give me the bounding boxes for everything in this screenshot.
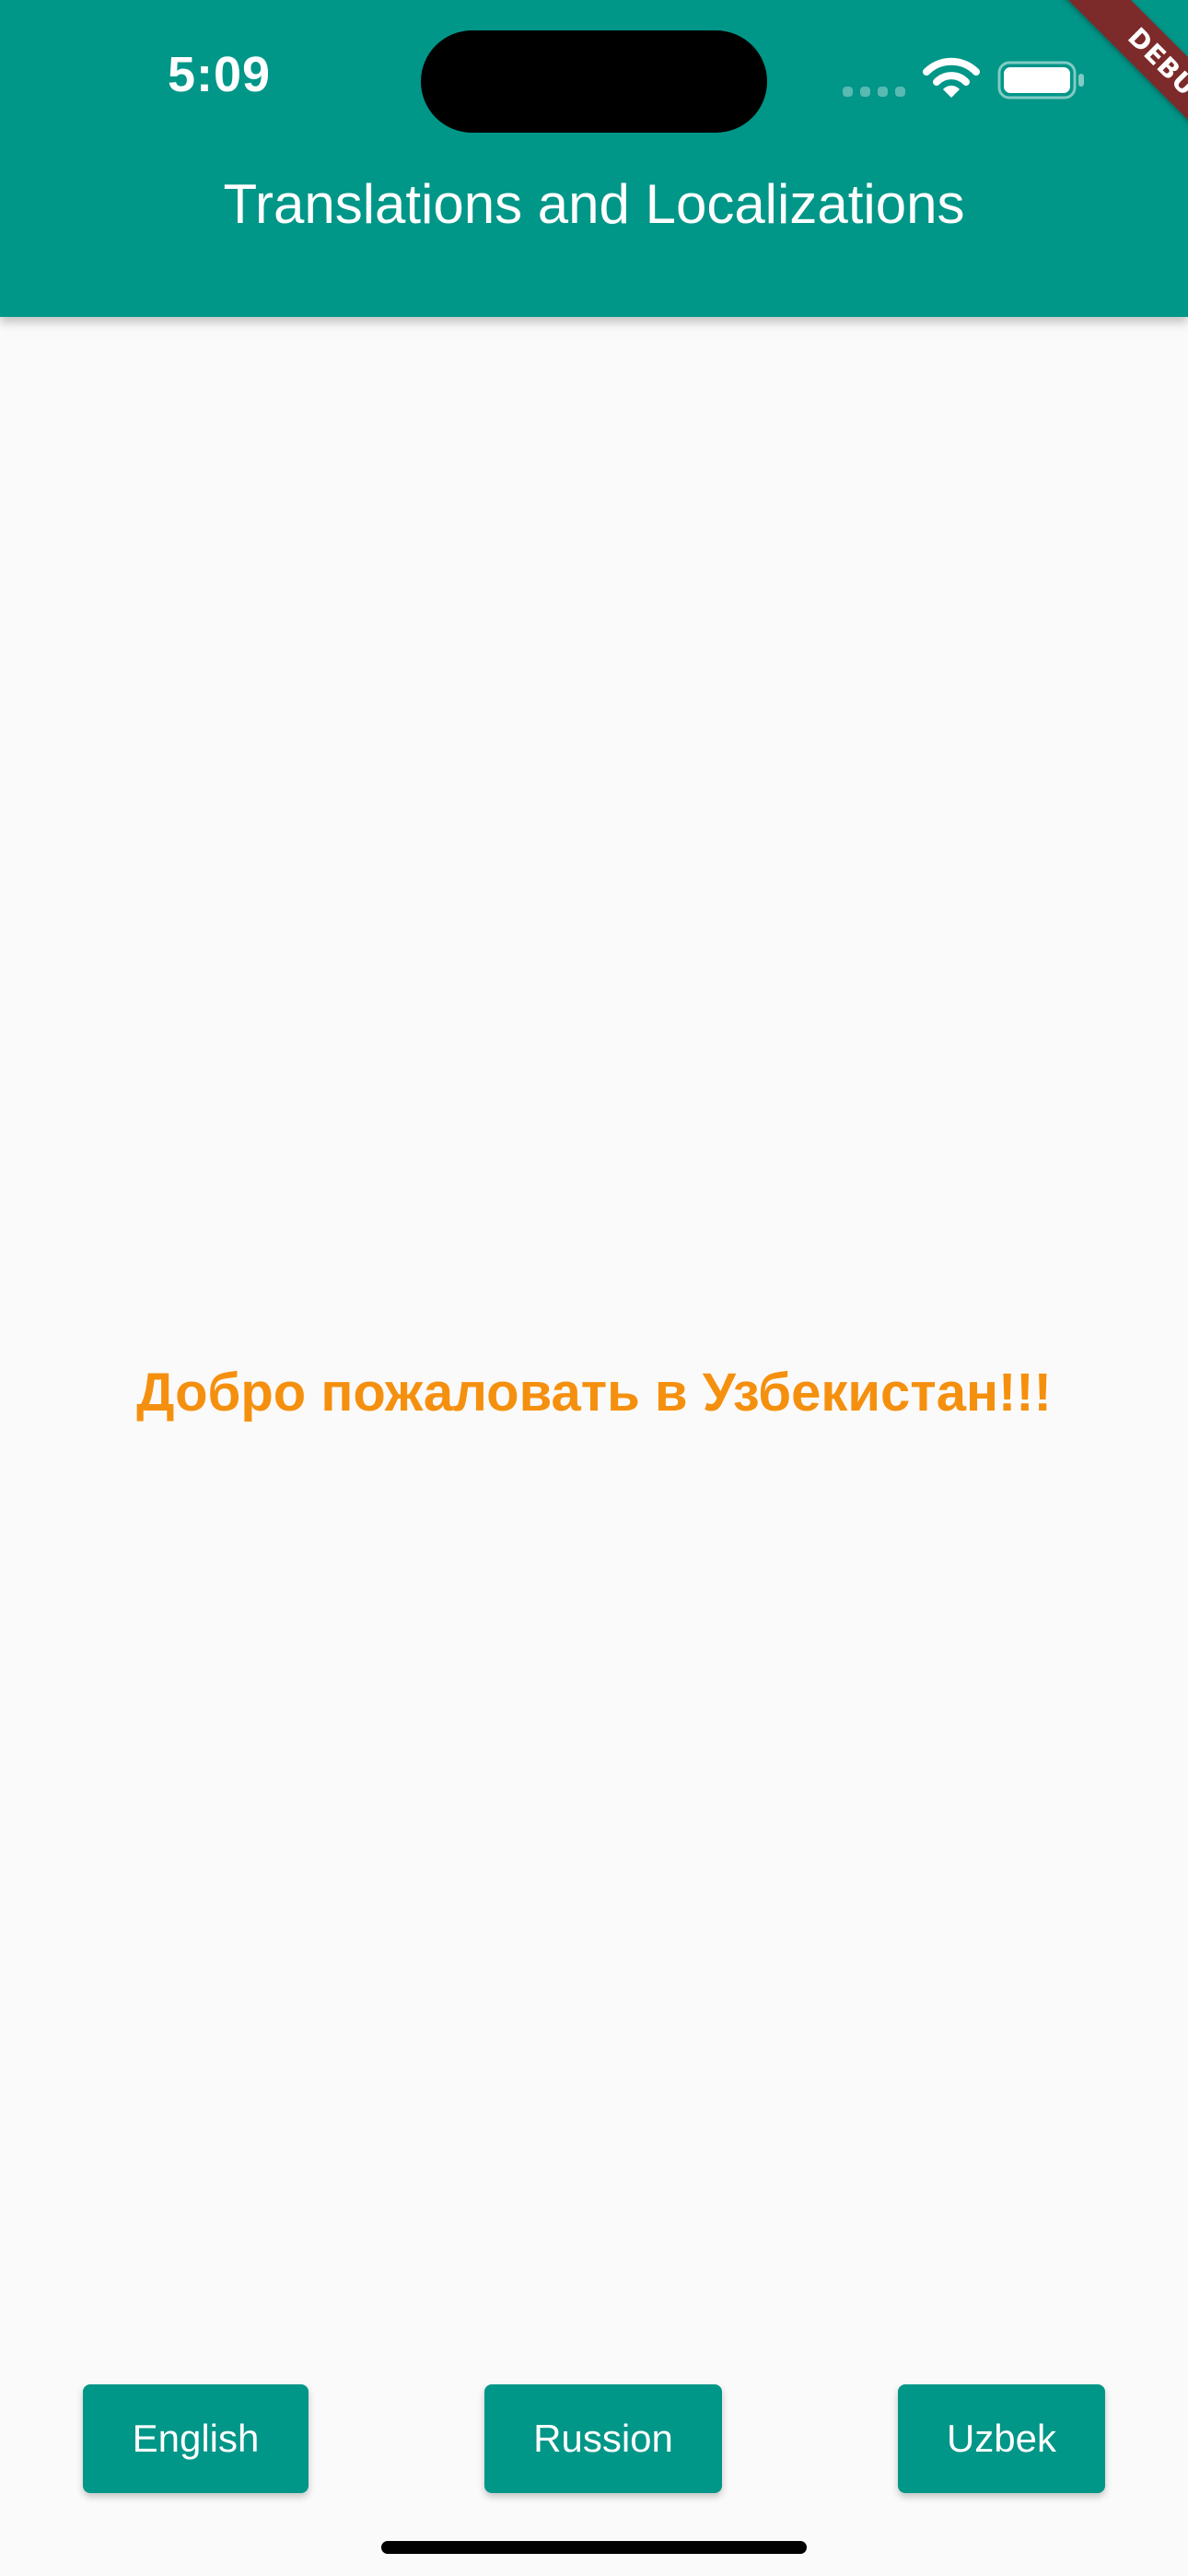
welcome-message: Добро пожаловать в Узбекистан!!! <box>136 1363 1052 1423</box>
english-button[interactable]: English <box>83 2384 309 2493</box>
russion-button[interactable]: Russion <box>484 2384 722 2493</box>
app-bar: 5:09 Translations and Localizations <box>0 0 1188 317</box>
wifi-icon <box>923 57 980 98</box>
status-time: 5:09 <box>168 47 272 102</box>
dynamic-island <box>421 30 767 133</box>
battery-icon <box>997 61 1084 100</box>
home-indicator[interactable] <box>381 2541 807 2554</box>
cellular-signal-icon <box>843 87 905 98</box>
uzbek-button[interactable]: Uzbek <box>898 2384 1105 2493</box>
app-title: Translations and Localizations <box>223 173 965 235</box>
